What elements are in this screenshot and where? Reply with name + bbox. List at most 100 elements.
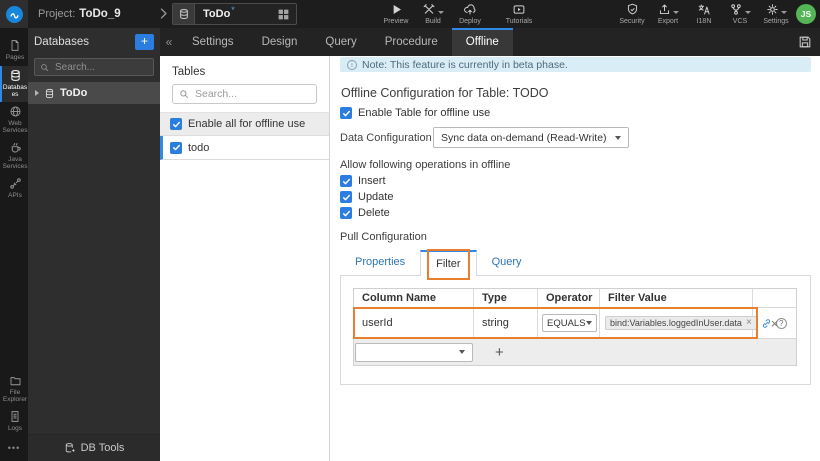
expand-caret-icon[interactable] xyxy=(35,90,39,96)
checkbox-checked[interactable] xyxy=(170,118,182,130)
build-button[interactable]: Build xyxy=(419,2,447,25)
sidebar-item-apis[interactable]: APIs xyxy=(0,174,28,204)
beta-note-banner: i Note: This feature is currently in bet… xyxy=(340,57,811,72)
operation-label: Insert xyxy=(358,175,386,187)
sidebar-item-label: Java Services xyxy=(2,156,28,170)
settings-button[interactable]: Settings xyxy=(762,2,790,25)
tab-query-pull[interactable]: Query xyxy=(477,250,537,275)
wavemaker-logo-icon xyxy=(5,5,23,23)
tab-filter[interactable]: Filter xyxy=(420,248,477,280)
user-avatar[interactable]: JS xyxy=(796,4,816,24)
tables-search-input[interactable] xyxy=(193,87,310,101)
sidebar-item-pages[interactable]: Pages xyxy=(0,36,28,66)
tab-properties[interactable]: Properties xyxy=(340,250,420,275)
tab-settings[interactable]: Settings xyxy=(178,28,248,56)
tab-design[interactable]: Design xyxy=(248,28,312,56)
sidebar-item-file-explorer[interactable]: File Explorer xyxy=(0,372,28,407)
project-prefix: Project: xyxy=(38,8,76,20)
filter-table-header: Column Name Type Operator Filter Value xyxy=(354,289,796,308)
sidebar-item-label: Logs xyxy=(7,425,23,432)
tab-procedure[interactable]: Procedure xyxy=(371,28,452,56)
coffee-icon xyxy=(9,141,22,154)
action-label: VCS xyxy=(732,18,748,25)
deploy-icon xyxy=(463,2,477,16)
action-label: Settings xyxy=(763,18,789,25)
tab-query[interactable]: Query xyxy=(311,28,370,56)
wavemaker-logo[interactable] xyxy=(0,0,28,28)
sidebar-item-label: APIs xyxy=(8,192,22,199)
add-filter-row-button[interactable]: + xyxy=(495,345,504,360)
page-title: Offline Configuration for Table: TODO xyxy=(341,86,549,100)
data-configuration-value: Sync data on-demand (Read-Write) xyxy=(441,131,607,144)
operation-label: Update xyxy=(358,191,394,203)
i18n-button[interactable]: I18N xyxy=(690,2,718,25)
security-button[interactable]: Security xyxy=(618,2,646,25)
checkbox-checked[interactable] xyxy=(340,207,352,219)
preview-button[interactable]: Preview xyxy=(382,2,410,25)
filter-column-name[interactable]: userId xyxy=(354,308,474,338)
page-icon xyxy=(9,39,21,52)
api-icon xyxy=(9,177,22,190)
operation-delete-row: Delete xyxy=(340,207,811,219)
vcs-icon xyxy=(729,2,751,16)
enable-table-row: Enable Table for offline use xyxy=(340,107,811,119)
database-item-label: ToDo xyxy=(60,87,88,99)
bind-value-chip[interactable]: bind:Variables.loggedInUser.data × xyxy=(605,316,757,330)
db-tools-icon xyxy=(64,442,76,454)
play-icon xyxy=(390,2,403,16)
filter-row-userid: userId string EQUALS bind:Variables.logg… xyxy=(354,308,796,338)
checkbox-checked[interactable] xyxy=(170,141,182,154)
db-tools-button[interactable]: DB Tools xyxy=(28,434,160,461)
data-configuration-select[interactable]: Sync data on-demand (Read-Write) xyxy=(433,127,629,148)
database-search[interactable] xyxy=(34,58,154,76)
filter-value-cell: bind:Variables.loggedInUser.data × ? xyxy=(600,308,787,338)
annotation-highlight: Filter xyxy=(427,248,470,280)
sidebar-item-databases[interactable]: Databases xyxy=(0,66,28,102)
grid-icon[interactable] xyxy=(277,8,290,21)
gear-icon xyxy=(766,2,787,16)
column-header: Type xyxy=(474,289,538,307)
databases-panel-title: Databases xyxy=(34,35,89,48)
sidebar-item-logs[interactable]: Logs xyxy=(0,407,28,437)
operation-update-row: Update xyxy=(340,191,811,203)
remove-binding-icon[interactable]: × xyxy=(746,318,752,328)
more-options-icon[interactable]: ••• xyxy=(0,437,28,461)
action-label: Tutorials xyxy=(505,18,533,25)
collapse-panel-icon[interactable]: « xyxy=(160,28,178,56)
operator-select[interactable]: EQUALS xyxy=(542,314,597,332)
sidebar-item-web-services[interactable]: Web Services xyxy=(0,102,28,138)
save-button[interactable] xyxy=(790,28,820,56)
data-configuration-label: Data Configuration xyxy=(340,131,432,144)
column-header-actions xyxy=(753,289,796,307)
caret-down-icon xyxy=(615,135,621,140)
topbar-tutorials: Tutorials xyxy=(505,2,533,25)
vcs-button[interactable]: VCS xyxy=(726,2,754,25)
filter-tab-panel: Column Name Type Operator Filter Value u… xyxy=(340,276,811,385)
delete-row-icon[interactable]: × xyxy=(771,316,779,331)
check-icon xyxy=(342,210,350,216)
enable-all-row[interactable]: Enable all for offline use xyxy=(160,112,329,136)
table-row-label: todo xyxy=(188,141,210,154)
table-row-todo[interactable]: todo xyxy=(160,136,329,160)
asset-tab-todo[interactable]: ToDo * xyxy=(172,3,297,25)
operation-insert-row: Insert xyxy=(340,175,811,187)
data-configuration-row: Data Configuration Sync data on-demand (… xyxy=(340,127,811,148)
tab-offline[interactable]: Offline xyxy=(451,28,513,56)
checkbox-checked[interactable] xyxy=(340,175,352,187)
project-title: Project: ToDo_9 xyxy=(38,0,121,28)
sidebar-item-label: Databases xyxy=(2,84,28,98)
sidebar-item-java-services[interactable]: Java Services xyxy=(0,138,28,174)
database-item-todo[interactable]: ToDo xyxy=(28,82,160,104)
tables-panel-title: Tables xyxy=(172,66,206,78)
tables-search[interactable] xyxy=(172,84,317,104)
new-column-select[interactable] xyxy=(355,342,473,362)
beta-note-text: Note: This feature is currently in beta … xyxy=(362,58,568,71)
tutorials-button[interactable]: Tutorials xyxy=(505,2,533,25)
export-button[interactable]: Export xyxy=(654,2,682,25)
database-search-input[interactable] xyxy=(53,60,148,74)
add-database-button[interactable]: + xyxy=(135,33,154,50)
checkbox-checked[interactable] xyxy=(340,107,352,119)
checkbox-checked[interactable] xyxy=(340,191,352,203)
deploy-button[interactable]: Deploy xyxy=(456,2,484,25)
action-label: I18N xyxy=(696,18,712,25)
